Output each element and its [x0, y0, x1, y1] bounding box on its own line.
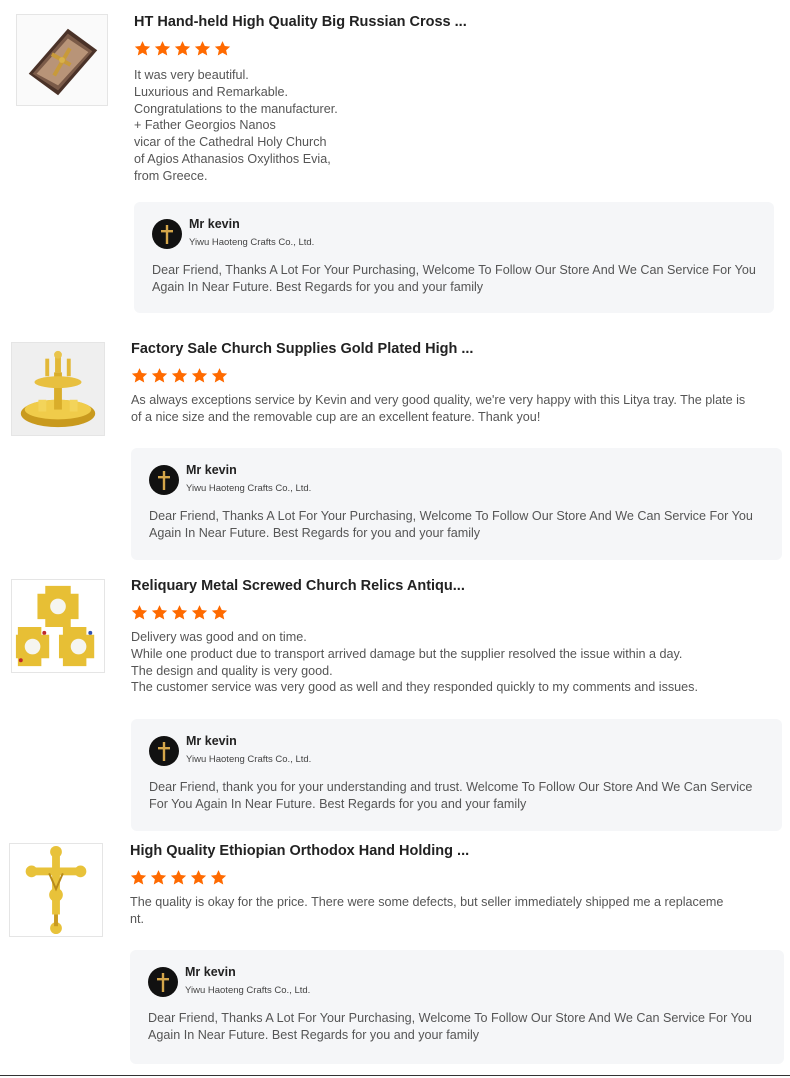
star-icon: [214, 41, 231, 56]
product-title[interactable]: High Quality Ethiopian Orthodox Hand Hol…: [130, 842, 750, 860]
star-icon: [171, 605, 188, 620]
seller-name: Mr kevin: [186, 734, 237, 748]
gold-cross-icon: [10, 844, 102, 936]
product-thumbnail[interactable]: [11, 579, 105, 673]
rating-stars: [134, 40, 754, 58]
reply-text: Dear Friend, Thanks A Lot For Your Purch…: [149, 509, 753, 540]
seller-avatar: [148, 967, 178, 997]
product-thumbnail[interactable]: [11, 342, 105, 436]
star-icon: [191, 605, 208, 620]
star-icon: [131, 605, 148, 620]
seller-reply: Mr kevin Yiwu Haoteng Crafts Co., Ltd. D…: [131, 719, 782, 831]
rating-stars: [130, 869, 750, 887]
cross-icon: [157, 973, 169, 992]
star-icon: [154, 41, 171, 56]
star-icon: [170, 870, 187, 885]
seller-company[interactable]: Yiwu Haoteng Crafts Co., Ltd.: [185, 985, 310, 996]
reply-text: Dear Friend, Thanks A Lot For Your Purch…: [152, 263, 756, 294]
star-icon: [151, 605, 168, 620]
seller-avatar: [149, 736, 179, 766]
review-text: It was very beautiful. Luxurious and Rem…: [134, 68, 338, 183]
cross-icon: [161, 225, 173, 244]
seller-company[interactable]: Yiwu Haoteng Crafts Co., Ltd.: [186, 483, 311, 494]
review-text: The quality is okay for the price. There…: [130, 895, 724, 926]
review-text: Delivery was good and on time. While one…: [131, 630, 698, 695]
seller-company[interactable]: Yiwu Haoteng Crafts Co., Ltd.: [189, 237, 314, 248]
star-icon: [211, 605, 228, 620]
star-icon: [194, 41, 211, 56]
seller-avatar: [149, 465, 179, 495]
star-icon: [210, 870, 227, 885]
seller-company[interactable]: Yiwu Haoteng Crafts Co., Ltd.: [186, 754, 311, 765]
reply-text: Dear Friend, thank you for your understa…: [149, 780, 753, 811]
cross-icon: [158, 742, 170, 761]
star-icon: [150, 870, 167, 885]
product-title[interactable]: HT Hand-held High Quality Big Russian Cr…: [134, 13, 754, 31]
rating-stars: [131, 367, 751, 385]
product-title[interactable]: Factory Sale Church Supplies Gold Plated…: [131, 340, 751, 358]
star-icon: [131, 368, 148, 383]
product-thumbnail[interactable]: [9, 843, 103, 937]
cross-icon: [158, 471, 170, 490]
reliquary-icon: [12, 580, 104, 672]
product-title[interactable]: Reliquary Metal Screwed Church Relics An…: [131, 577, 771, 595]
rating-stars: [131, 604, 771, 622]
cross-in-case-icon: [17, 15, 107, 105]
reply-text: Dear Friend, Thanks A Lot For Your Purch…: [148, 1011, 752, 1042]
star-icon: [190, 870, 207, 885]
star-icon: [134, 41, 151, 56]
seller-avatar: [152, 219, 182, 249]
review-text: As always exceptions service by Kevin an…: [131, 393, 746, 424]
seller-name: Mr kevin: [186, 463, 237, 477]
seller-reply: Mr kevin Yiwu Haoteng Crafts Co., Ltd. D…: [131, 448, 782, 560]
seller-reply: Mr kevin Yiwu Haoteng Crafts Co., Ltd. D…: [134, 202, 774, 313]
seller-name: Mr kevin: [189, 217, 240, 231]
star-icon: [151, 368, 168, 383]
star-icon: [211, 368, 228, 383]
gold-tray-icon: [12, 343, 104, 435]
star-icon: [171, 368, 188, 383]
star-icon: [174, 41, 191, 56]
product-thumbnail[interactable]: [16, 14, 108, 106]
star-icon: [191, 368, 208, 383]
seller-reply: Mr kevin Yiwu Haoteng Crafts Co., Ltd. D…: [130, 950, 784, 1064]
star-icon: [130, 870, 147, 885]
divider: [0, 1075, 790, 1076]
seller-name: Mr kevin: [185, 965, 236, 979]
